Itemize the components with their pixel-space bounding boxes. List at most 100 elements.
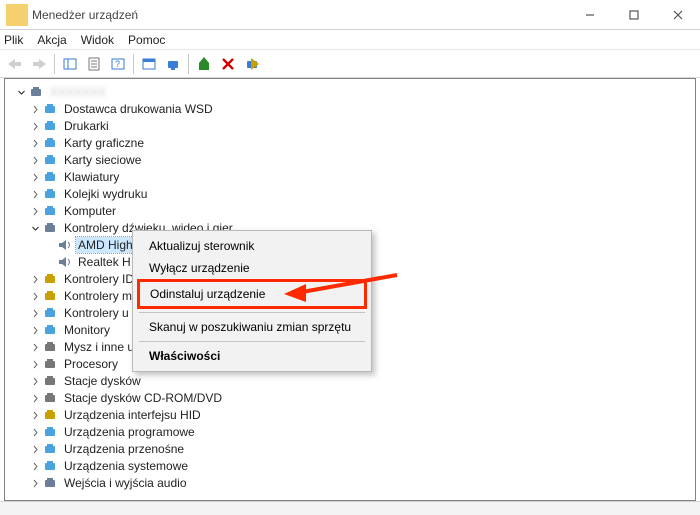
expand-chevron-icon[interactable] [29,358,41,370]
scan-for-hardware-changes-button[interactable] [162,53,184,75]
expand-chevron-icon[interactable] [29,324,41,336]
tree-category[interactable]: Karty graficzne [15,135,695,151]
expand-chevron-icon[interactable] [29,426,41,438]
update-driver-button[interactable] [193,53,215,75]
status-bar [0,501,700,515]
expand-chevron-icon[interactable] [29,409,41,421]
device-category-icon [43,221,59,235]
ctx-divider-1 [139,312,365,313]
expand-chevron-icon[interactable] [29,375,41,387]
tree-category-label: Karty sieciowe [62,152,143,168]
expand-chevron-icon[interactable] [29,443,41,455]
tree-category[interactable]: Dostawca drukowania WSD [15,101,695,117]
highlight-uninstall: Odinstaluj urządzenie [137,279,367,309]
expand-chevron-icon[interactable] [29,477,41,489]
tree-category[interactable]: Urządzenia przenośne [15,441,695,457]
menu-help[interactable]: Pomoc [128,33,165,47]
close-button[interactable] [656,0,700,30]
window-title: Menedżer urządzeń [32,8,568,22]
tree-category[interactable]: Karty sieciowe [15,152,695,168]
device-category-icon [43,119,59,133]
device-category-icon [43,442,59,456]
tree-category-label: Karty graficzne [62,135,146,151]
tree-category[interactable]: Urządzenia programowe [15,424,695,440]
title-bar: Menedżer urządzeń [0,0,700,30]
disable-device-button[interactable] [241,53,263,75]
tree-category-label: Mysz i inne u [62,339,136,355]
tree-category-label: Urządzenia programowe [62,424,197,440]
tree-category[interactable]: Kolejki wydruku [15,186,695,202]
tree-category[interactable]: Wejścia i wyjścia audio [15,475,695,491]
device-category-icon [43,425,59,439]
help-button[interactable]: ? [107,53,129,75]
tree-category[interactable]: Stacje dysków CD-ROM/DVD [15,390,695,406]
device-category-icon [43,323,59,337]
svg-text:?: ? [115,59,120,69]
tree-category-label: Kontrolery ID [62,271,136,287]
expand-chevron-icon[interactable] [29,273,41,285]
expand-chevron-icon[interactable] [29,103,41,115]
expand-chevron-icon[interactable] [29,205,41,217]
expand-chevron-icon[interactable] [29,460,41,472]
tree-category-label: Urządzenia przenośne [62,441,186,457]
expand-chevron-icon[interactable] [29,154,41,166]
ctx-update-driver[interactable]: Aktualizuj sterownik [135,235,369,257]
expand-chevron-icon[interactable] [29,290,41,302]
minimize-button[interactable] [568,0,612,30]
ctx-properties[interactable]: Właściwości [135,345,369,367]
device-category-icon [43,187,59,201]
expand-chevron-icon[interactable] [29,188,41,200]
context-menu: Aktualizuj sterownik Wyłącz urządzenie O… [132,230,372,372]
tree-category-label: Kontrolery u [62,305,131,321]
menu-file[interactable]: Plik [4,33,23,47]
expand-chevron-icon[interactable] [29,222,41,234]
back-button[interactable] [4,53,26,75]
expand-chevron-icon[interactable] [29,171,41,183]
ctx-scan-hardware[interactable]: Skanuj w poszukiwaniu zmian sprzętu [135,316,369,338]
device-category-icon [43,272,59,286]
device-category-icon [43,102,59,116]
maximize-button[interactable] [612,0,656,30]
expand-chevron-icon[interactable] [29,392,41,404]
properties-button[interactable] [83,53,105,75]
tree-category-label: Monitory [62,322,112,338]
ctx-uninstall-device[interactable]: Odinstaluj urządzenie [140,283,364,305]
tree-category-label: Stacje dysków CD-ROM/DVD [62,390,224,406]
root-label: XXXXXXX [48,84,108,100]
tree-category[interactable]: Drukarki [15,118,695,134]
tree-category-label: Kontrolery m [62,288,134,304]
audio-device-icon [57,255,73,269]
device-category-icon [43,391,59,405]
device-category-icon [43,289,59,303]
tree-root[interactable]: XXXXXXX [15,84,695,100]
tree-category-label: Wejścia i wyjścia audio [62,475,189,491]
tree-category[interactable]: Klawiatury [15,169,695,185]
tree-category-label: Dostawca drukowania WSD [62,101,215,117]
device-category-icon [43,374,59,388]
audio-device-icon [57,238,73,252]
uninstall-device-button[interactable] [217,53,239,75]
expand-chevron-icon[interactable] [29,120,41,132]
tree-device-label: Realtek H [76,254,133,270]
tree-category[interactable]: Urządzenia interfejsu HID [15,407,695,423]
device-category-icon [43,306,59,320]
expand-chevron-icon[interactable] [29,341,41,353]
tree-category-label: Drukarki [62,118,111,134]
menu-view[interactable]: Widok [81,33,114,47]
tree-category[interactable]: Komputer [15,203,695,219]
device-category-icon [43,136,59,150]
menu-action[interactable]: Akcja [37,33,66,47]
ctx-divider-2 [139,341,365,342]
ctx-disable-device[interactable]: Wyłącz urządzenie [135,257,369,279]
device-category-icon [43,153,59,167]
tree-category[interactable]: Urządzenia systemowe [15,458,695,474]
show-hide-console-tree-button[interactable] [59,53,81,75]
view-button[interactable] [138,53,160,75]
device-category-icon [43,459,59,473]
tree-category-label: Komputer [62,203,118,219]
device-category-icon [43,204,59,218]
expand-chevron-icon[interactable] [29,137,41,149]
tree-category[interactable]: Stacje dysków [15,373,695,389]
forward-button[interactable] [28,53,50,75]
expand-chevron-icon[interactable] [29,307,41,319]
